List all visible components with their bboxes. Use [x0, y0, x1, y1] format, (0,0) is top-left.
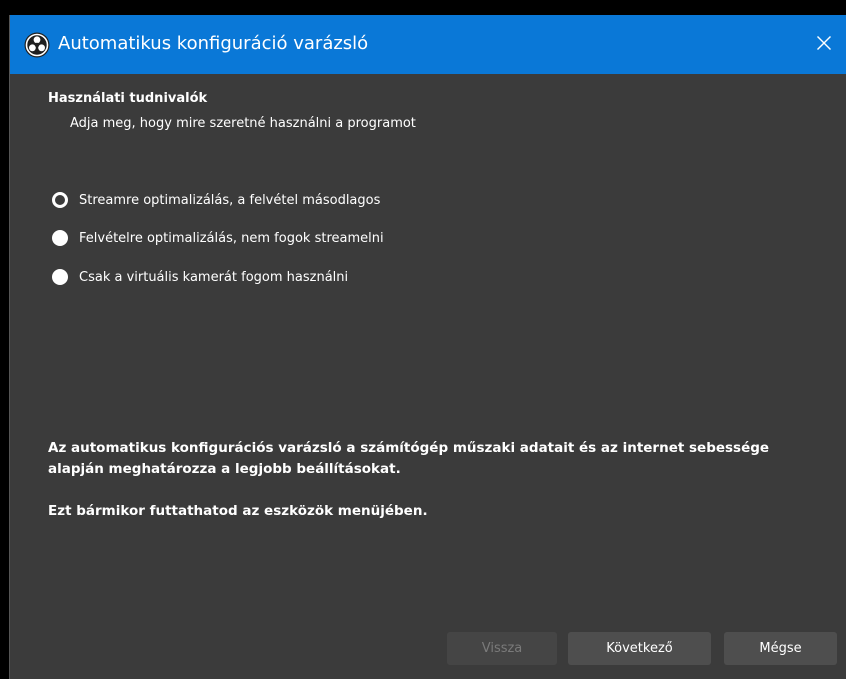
radio-button[interactable]	[52, 192, 68, 208]
radio-label[interactable]: Csak a virtuális kamerát fogom használni	[79, 270, 348, 285]
title-bar: Automatikus konfiguráció varázsló	[10, 15, 846, 74]
next-button[interactable]: Következő	[568, 632, 711, 665]
window-title: Automatikus konfiguráció varázsló	[58, 33, 369, 54]
radio-option-virtual-camera[interactable]: Csak a virtuális kamerát fogom használni	[52, 269, 348, 285]
info-hint: Ezt bármikor futtathatod az eszközök men…	[48, 503, 428, 519]
section-title: Használati tudnivalók	[48, 91, 208, 106]
section-subtitle: Adja meg, hogy mire szeretné használni a…	[70, 116, 416, 131]
wizard-window: Automatikus konfiguráció varázsló Haszná…	[9, 15, 846, 679]
back-button[interactable]: Vissza	[447, 632, 557, 665]
radio-option-recording[interactable]: Felvételre optimalizálás, nem fogok stre…	[52, 230, 384, 246]
close-button[interactable]	[801, 15, 846, 74]
radio-button[interactable]	[52, 230, 68, 246]
radio-option-streaming[interactable]: Streamre optimalizálás, a felvétel másod…	[52, 192, 380, 208]
info-description: Az automatikus konfigurációs varázsló a …	[48, 440, 770, 477]
radio-button[interactable]	[52, 269, 68, 285]
radio-label[interactable]: Felvételre optimalizálás, nem fogok stre…	[79, 231, 384, 246]
obs-logo-icon	[24, 32, 50, 58]
close-icon[interactable]	[816, 35, 832, 55]
radio-label[interactable]: Streamre optimalizálás, a felvétel másod…	[79, 193, 380, 208]
cancel-button[interactable]: Mégse	[724, 632, 837, 665]
